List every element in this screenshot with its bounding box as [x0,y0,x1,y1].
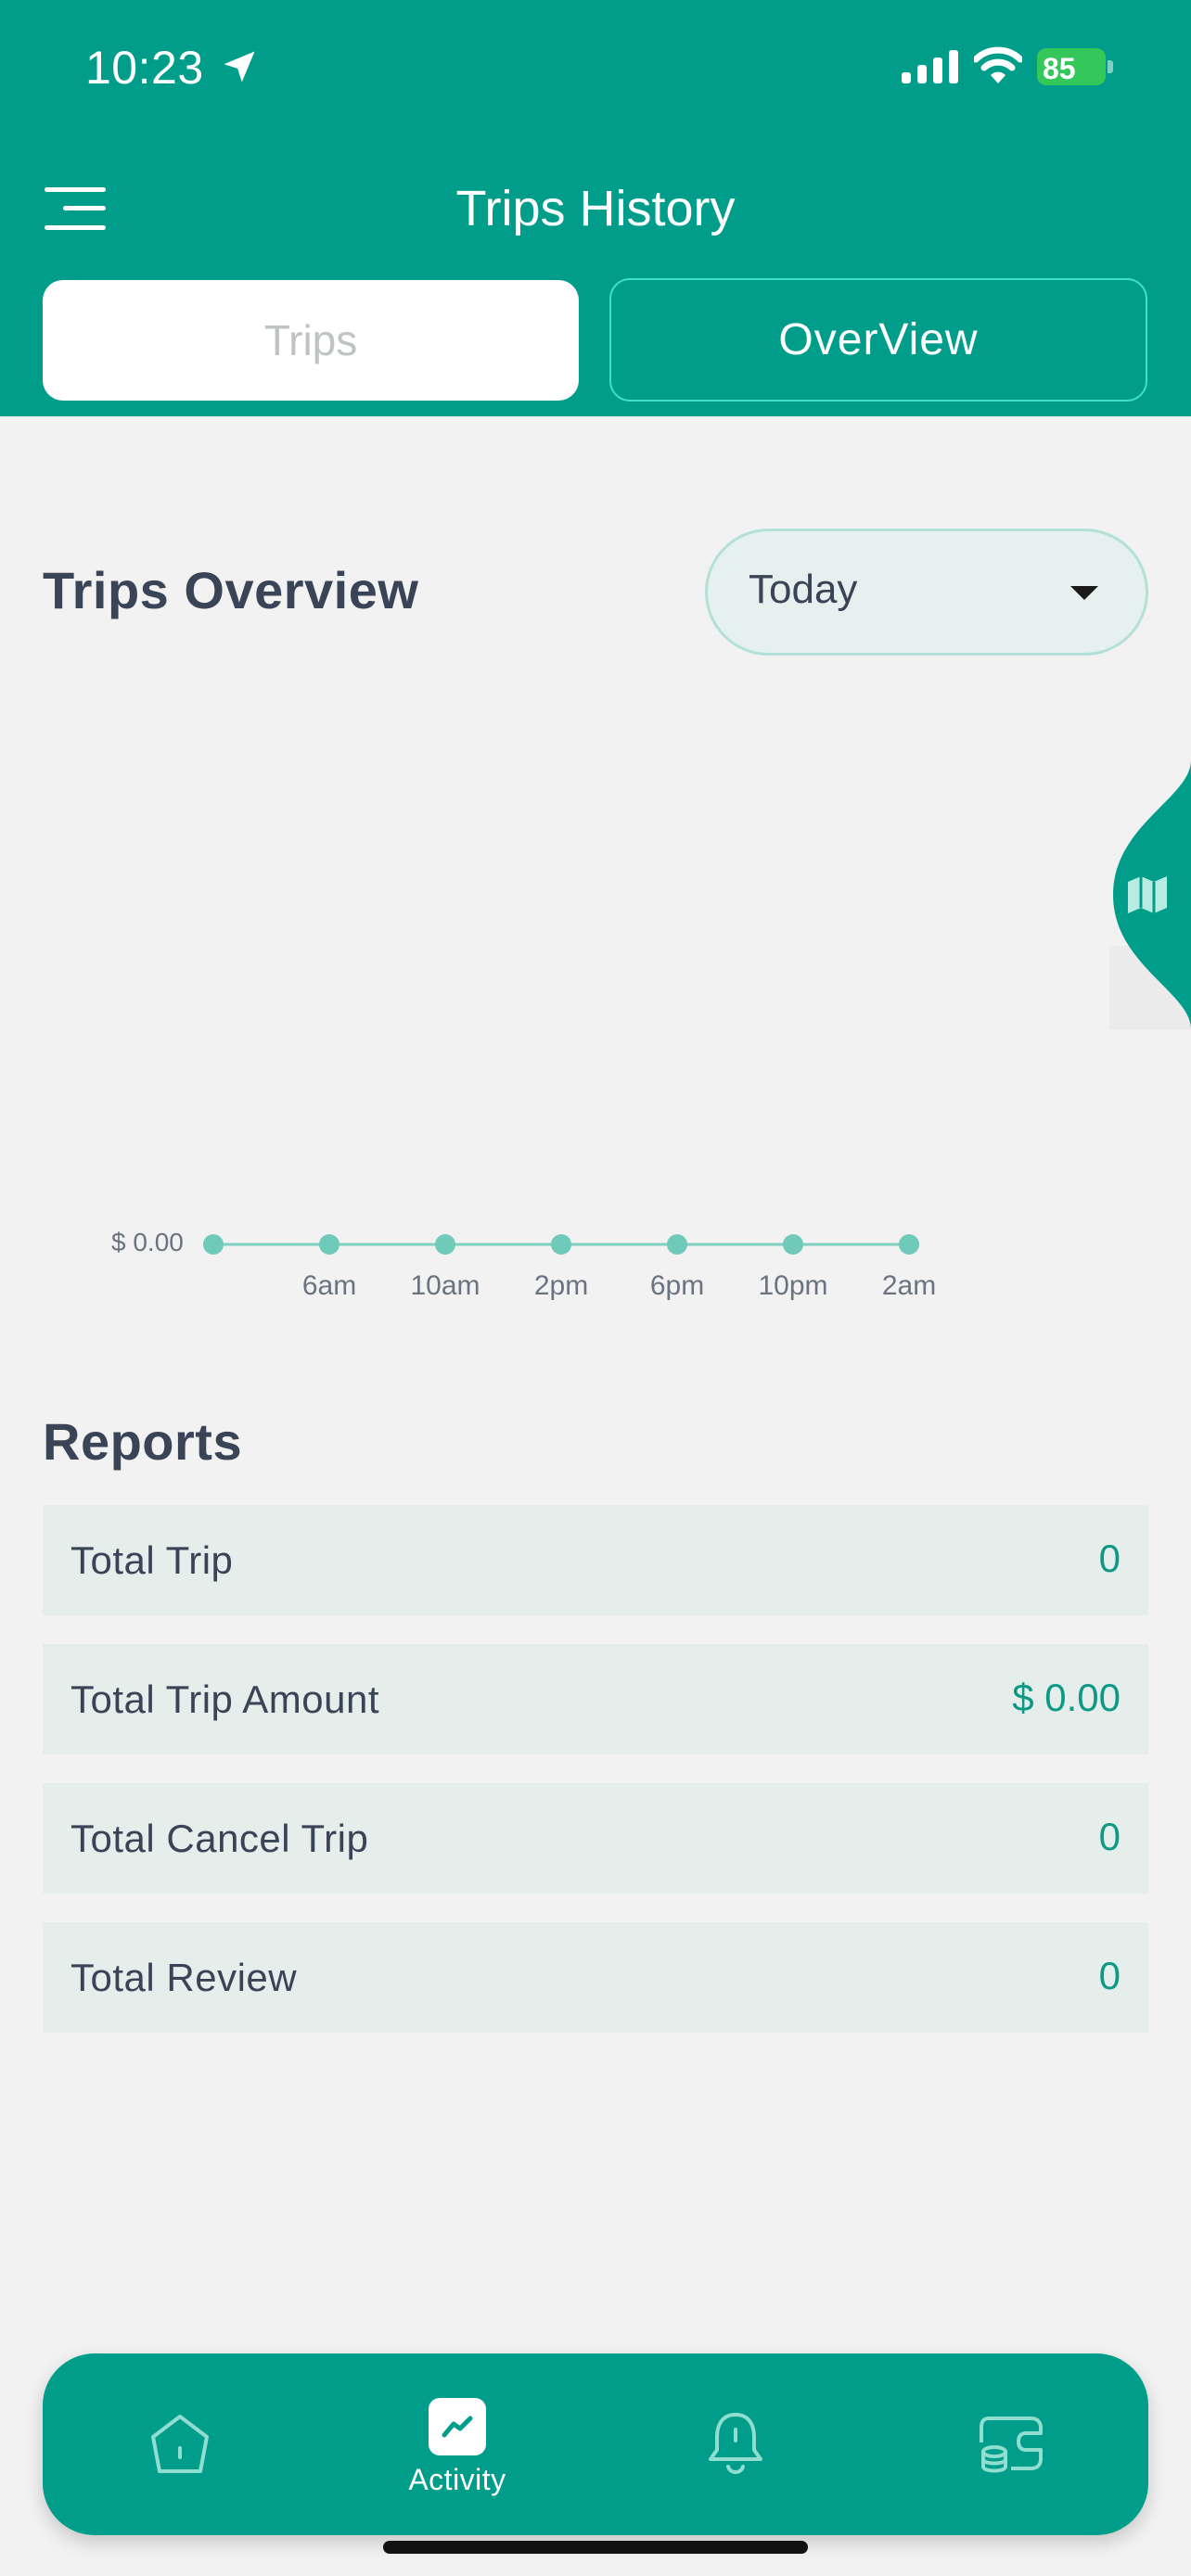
wallet-icon [980,2417,1043,2473]
tab-trips[interactable]: Trips [43,280,579,401]
report-value: 0 [1098,1815,1121,1858]
nav-label-activity: Activity [408,2463,506,2496]
bottom-nav: Activity [43,2353,1148,2535]
wifi-icon [974,46,1022,83]
chart-plot [203,1234,919,1255]
report-label: Total Review [70,1956,298,1999]
data-point [667,1234,687,1255]
report-row-total-trip-amount: Total Trip Amount $ 0.00 [43,1644,1148,1754]
bell-icon [709,2413,762,2474]
x-tick-label: 2am [881,1270,937,1301]
report-row-total-cancel-trip: Total Cancel Trip 0 [43,1783,1148,1894]
report-row-total-trip: Total Trip 0 [43,1505,1148,1615]
status-time: 10:23 [85,42,204,94]
data-point [203,1234,224,1255]
nav-item-activity[interactable]: Activity [392,2353,522,2535]
home-indicator [383,2541,808,2554]
battery-percent: 85 [1043,52,1076,85]
report-label: Total Cancel Trip [70,1817,369,1860]
activity-icon [429,2398,486,2455]
report-row-total-review: Total Review 0 [43,1922,1148,2033]
nav-item-home[interactable] [115,2353,245,2535]
nav-item-wallet[interactable] [947,2353,1077,2535]
data-point [899,1234,919,1255]
trips-line-chart: $ 0.00 6am 10am 2pm 6pm 10pm 2am [0,1196,1191,1326]
battery-charging-icon: 85 [1037,48,1113,85]
x-tick-label: 6pm [649,1270,705,1301]
data-point [551,1234,571,1255]
x-tick-label: 2pm [533,1270,589,1301]
page-title: Trips History [455,181,736,236]
reports-title: Reports [43,1412,243,1471]
report-label: Total Trip [70,1538,234,1582]
nav-item-notifications[interactable] [671,2353,800,2535]
app-header: 10:23 85 Trips History Trips OverView [0,0,1191,416]
report-value: $ 0.00 [1012,1676,1121,1719]
report-value: 0 [1098,1954,1121,1997]
chevron-down-icon [1070,586,1098,600]
period-selected-value: Today [749,567,858,612]
data-point [319,1234,339,1255]
data-point [435,1234,455,1255]
home-icon [151,2415,209,2473]
report-label: Total Trip Amount [70,1677,379,1721]
map-toggle-tab[interactable] [1095,760,1191,1029]
signal-icon [902,50,958,83]
data-point [783,1234,803,1255]
report-value: 0 [1098,1537,1121,1580]
x-tick-label: 10pm [758,1270,828,1301]
x-tick-label: 6am [301,1270,357,1301]
location-arrow-icon [224,51,255,83]
x-tick-label: 10am [410,1270,480,1301]
map-icon [1128,876,1167,913]
tab-overview[interactable]: OverView [609,278,1147,402]
trips-overview-title: Trips Overview [43,561,419,619]
